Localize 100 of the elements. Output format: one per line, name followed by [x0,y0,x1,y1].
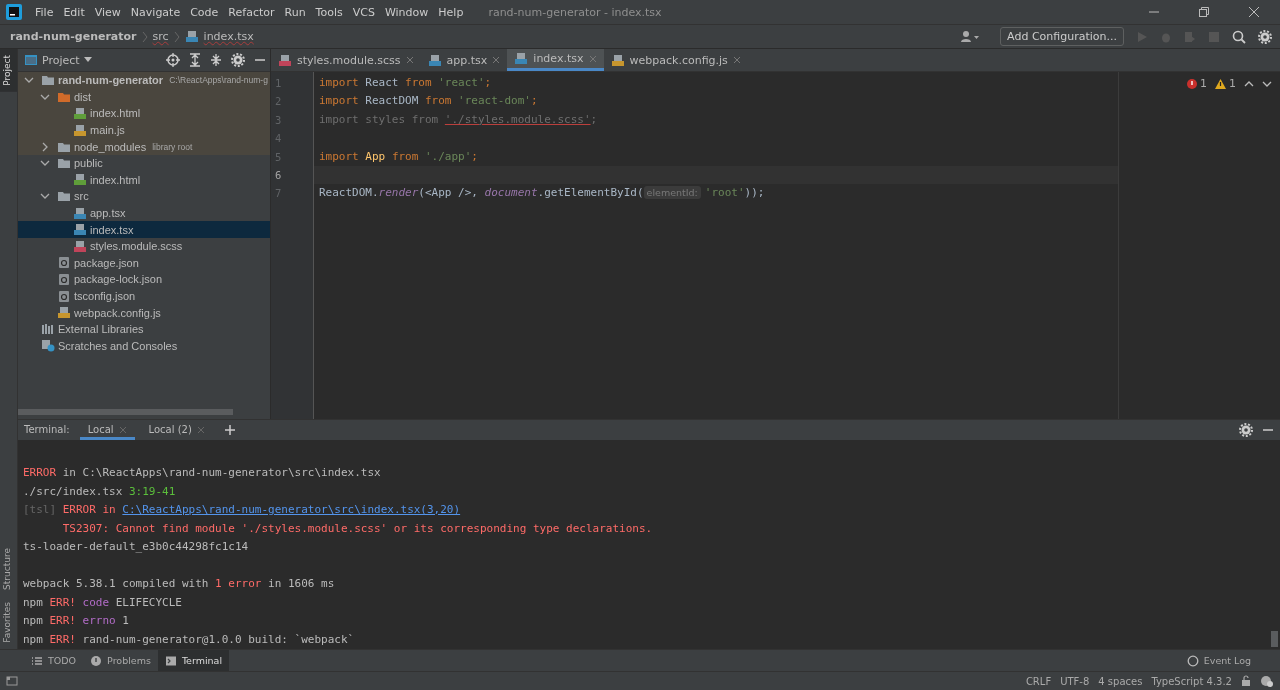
menu-item[interactable]: Code [185,5,224,19]
breadcrumb[interactable]: src [152,30,169,43]
terminal-line: npm ERR! errno 1 [23,614,129,627]
tree-item[interactable]: public [18,154,270,172]
project-view-dropdown[interactable]: Project [24,53,92,67]
add-configuration-button[interactable]: Add Configuration... [1000,27,1124,46]
tree-item[interactable]: webpack.config.js [18,304,270,321]
tree-item[interactable]: src [18,188,270,205]
tree-item[interactable]: rand-num-generator C:\ReactApps\rand-num-g [18,72,270,89]
tsx-file-icon [73,223,87,237]
next-icon [1262,79,1272,88]
warning-icon [1215,78,1226,89]
scrollbar[interactable] [18,409,233,415]
warning-count[interactable]: 1 [1215,77,1236,90]
breadcrumb[interactable]: rand-num-generator [10,30,137,43]
scratch-icon [41,339,55,353]
html-file-icon [73,107,87,120]
tree-item[interactable]: Scratches and Consoles [18,337,270,355]
tree-item[interactable]: app.tsx [18,204,270,222]
line-number: 6 [274,167,283,183]
panel-title: Project [42,53,80,67]
tree-item[interactable]: External Libraries [18,320,270,338]
search-icon [1232,29,1246,44]
menu-item[interactable]: Edit [58,5,90,19]
tree-item[interactable]: index.html [18,105,270,122]
status-item[interactable]: CRLF [1025,675,1052,687]
terminal-line: TS2307: Cannot find module './styles.module.scss' or its corresponding type declarations. [61,521,653,535]
editor-tab[interactable]: styles.module.scss [271,49,421,71]
close-icon [196,425,205,434]
code-line: import styles from './styles.module.scss'; [319,112,598,126]
error-count[interactable]: 1 [1187,77,1207,90]
panel-icon [24,54,38,66]
menu-item[interactable]: Run [279,5,311,19]
restore-icon [1198,6,1210,18]
editor-tab[interactable]: index.tsx [507,49,604,71]
tree-item[interactable]: index.tsx [18,221,270,238]
code-line: import React from 'react'; [319,76,492,89]
terminal-icon [164,655,177,666]
list-icon [31,655,43,666]
session-tab[interactable]: Local (2) [140,420,213,440]
dropdown-icon [83,57,92,63]
previous-icon [1244,79,1254,88]
coverage-icon [1184,30,1196,43]
menu-item[interactable]: Navigate [125,5,186,19]
library-icon [41,323,55,336]
settings-icon [231,53,245,67]
tsx-file-icon [427,53,442,67]
editor-tab[interactable]: webpack.config.js [603,49,748,71]
html-file-icon [73,173,87,187]
status-item[interactable]: UTF-8 [1060,675,1090,687]
tree-item[interactable]: index.html [18,171,270,189]
scrollbar[interactable] [1271,631,1278,647]
settings-icon [1258,29,1272,44]
json-file-icon [57,289,71,303]
tree-item[interactable]: package.json [18,254,270,272]
menu-item[interactable]: Tools [310,5,348,19]
file-link[interactable]: C:\ReactApps\rand-num-generator\src\index.tsx(3,20) [122,503,461,516]
code-line: ReactDOM.render(<App />, document.getElementById( elementId: 'root')); [319,186,765,200]
tool-window-tab[interactable]: TODO [24,650,84,671]
menu-item[interactable]: VCS [347,5,380,19]
tool-window-button[interactable]: Project [0,49,17,92]
panel-title: Terminal: [24,424,70,436]
terminal-line: [tsl] ERROR in C:\ReactApps\rand-num-generator\src\index.tsx(3,20) [23,503,461,516]
menu-item[interactable]: View [89,5,126,19]
expand-all-icon [189,53,201,67]
collapse-all-icon [210,53,222,67]
chevron-icon [173,30,180,43]
hide-icon [1262,428,1274,431]
event-log-tab[interactable]: Event Log [1179,650,1258,671]
close-icon [492,56,501,64]
menu-item[interactable]: File [30,5,59,19]
terminal-line: npm ERR! code ELIFECYCLE [23,595,182,609]
tool-window-button[interactable]: Structure [0,542,17,597]
close-icon [1248,6,1260,18]
lock-icon [1241,675,1251,687]
status-item[interactable]: TypeScript 4.3.2 [1151,675,1232,687]
session-tab[interactable]: Local [79,420,135,440]
layout-toggle-icon [6,675,18,687]
tool-window-tab[interactable]: Terminal [157,650,230,671]
error-icon [1187,78,1197,89]
code-line: import ReactDOM from 'react-dom'; [319,94,538,108]
breadcrumb[interactable]: index.tsx [203,30,254,43]
tree-item[interactable]: styles.module.scss [18,237,270,255]
json-file-icon [57,272,71,286]
tool-window-tab[interactable]: Problems [83,650,158,671]
menu-item[interactable]: Window [379,5,434,19]
close-icon [118,425,127,434]
terminal-line: ts-loader-default_e3b0c44298fc1c14 [23,540,249,553]
editor-tab[interactable]: app.tsx [420,49,508,71]
json-file-icon [57,256,71,270]
tool-window-button[interactable]: Favorites [0,596,17,649]
menu-item[interactable]: Refactor [223,5,280,19]
tree-item[interactable]: package-lock.json [18,271,270,288]
tree-item[interactable]: node_modules library root [18,138,270,155]
status-item[interactable]: 4 spaces [1098,675,1143,687]
terminal-line: npm ERR! rand-num-generator@1.0.0 build: `webpack` [23,632,355,646]
menu-item[interactable]: Help [433,5,469,19]
tree-item[interactable]: tsconfig.json [18,287,270,305]
js-file-icon [610,53,625,67]
folder-icon [57,157,71,170]
